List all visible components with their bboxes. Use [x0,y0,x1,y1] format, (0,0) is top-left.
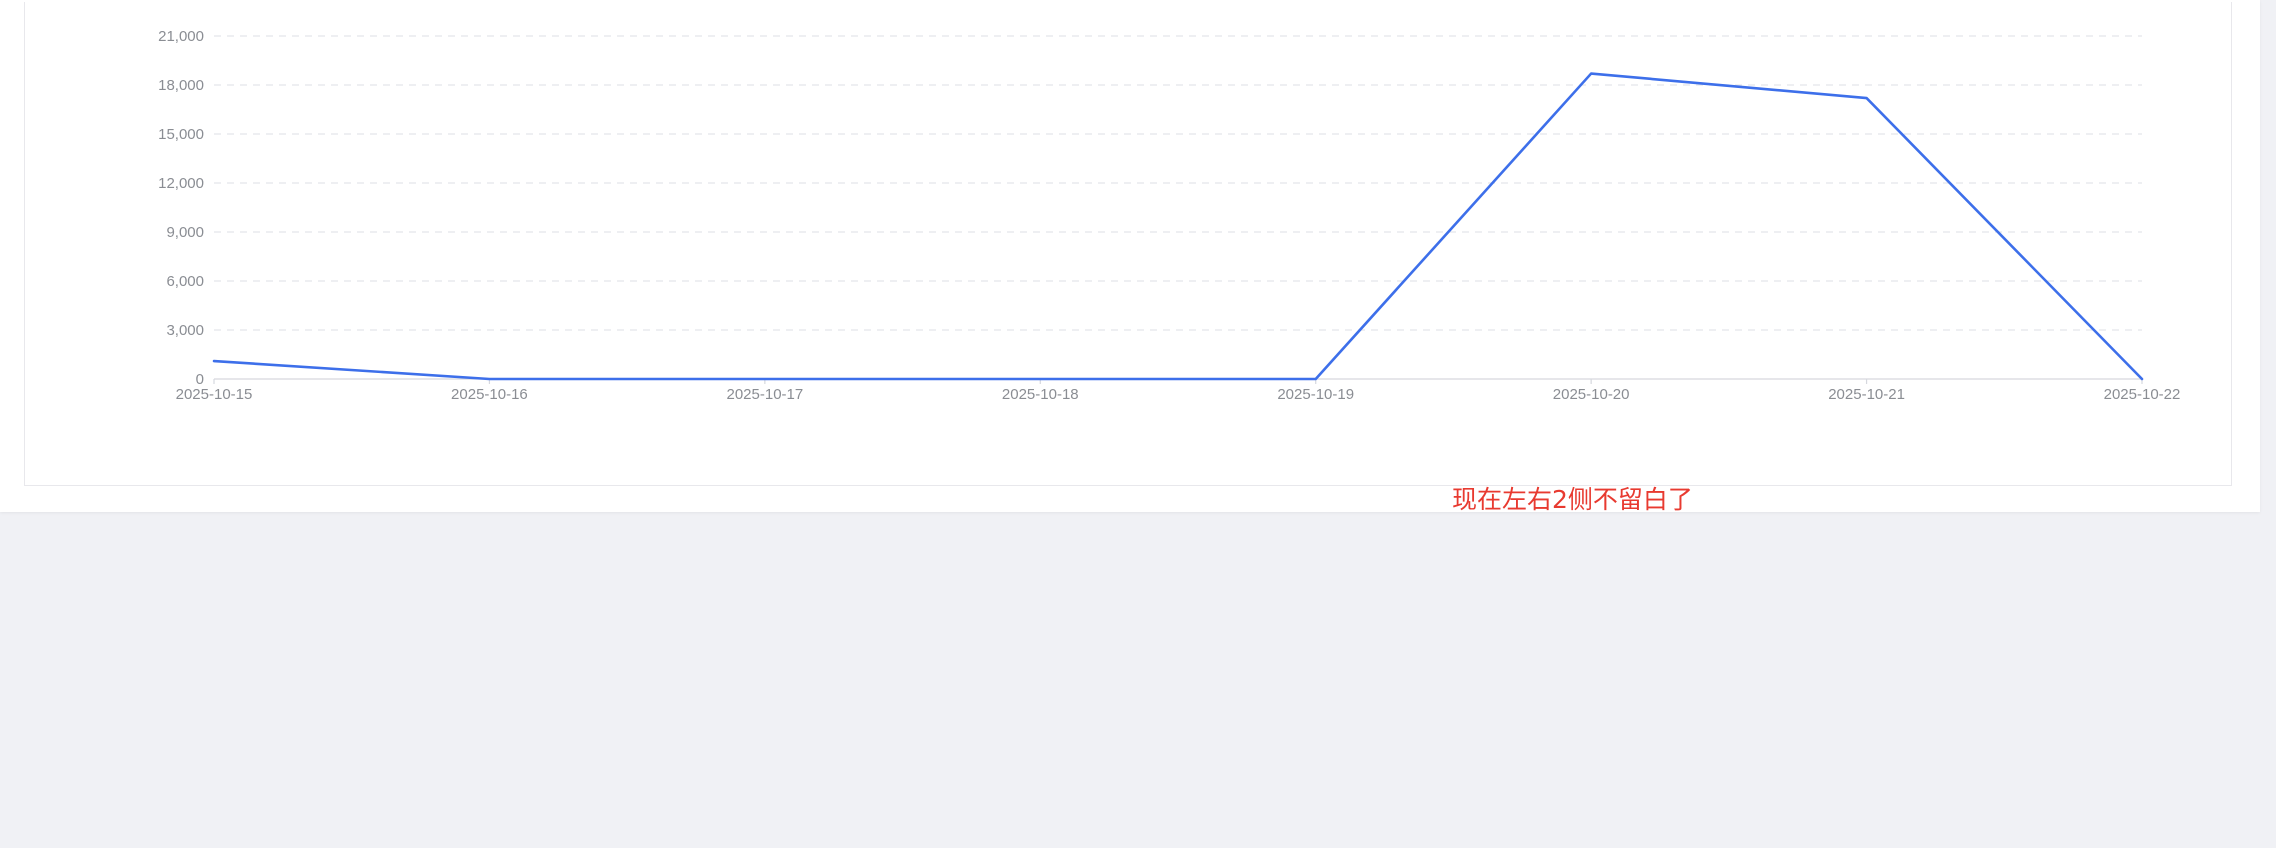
x-tick-label: 2025-10-15 [176,386,253,403]
x-tick-label: 2025-10-20 [1553,386,1630,403]
x-tick-label: 2025-10-19 [1277,386,1354,403]
y-tick-label: 9,000 [166,224,204,241]
series-line [212,72,2144,381]
x-tick-label: 2025-10-22 [2104,386,2181,403]
y-tick-labels: 03,0006,0009,00012,00015,00018,00021,000 [158,28,204,388]
x-tick-label: 2025-10-16 [451,386,528,403]
y-tick-label: 3,000 [166,322,204,339]
y-tick-label: 21,000 [158,28,204,45]
x-tick-label: 2025-10-17 [726,386,803,403]
y-tick-label: 18,000 [158,77,204,94]
grid-lines [214,35,2142,331]
y-tick-label: 6,000 [166,273,204,290]
y-tick-label: 15,000 [158,126,204,143]
series [212,72,2144,381]
chart-panel: 0 3,000 6,000 9,000 12,000 15,000 18,000 21,000… [0,0,2260,512]
x-tick-label: 2025-10-18 [1002,386,1079,403]
annotation-note: 现在左右2侧不留白了 [1452,485,1693,514]
x-tick-label: 2025-10-21 [1828,386,1905,403]
x-tick-labels: 2025-10-15 2025-10-16 2025-10-17 2025-10-18… [176,386,2181,403]
y-tick-label: 12,000 [158,175,204,192]
line-chart: 03,0006,0009,00012,00015,00018,00021,000… [158,28,2181,403]
